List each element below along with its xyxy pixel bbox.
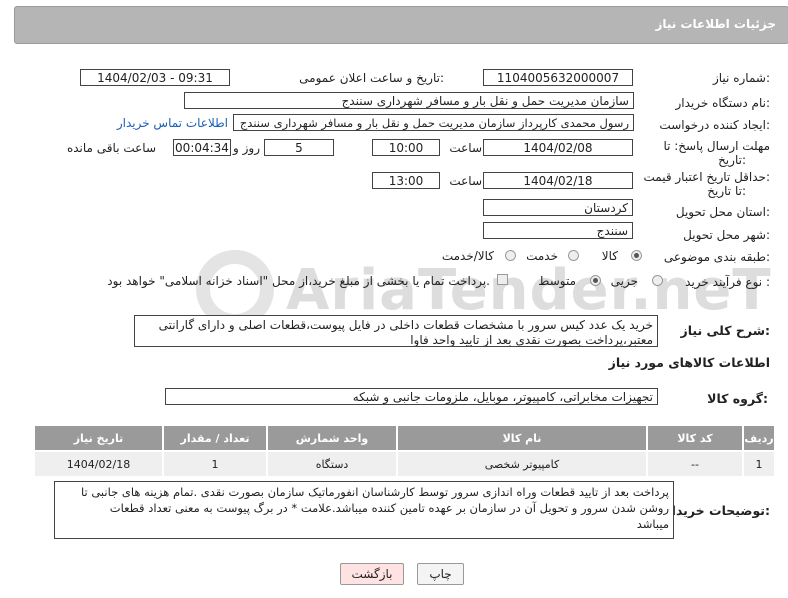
category-label: طبقه بندی موضوعی: xyxy=(663,250,770,264)
col-goods-code: کد کالا xyxy=(646,424,744,452)
category-radio-goods[interactable] xyxy=(631,250,642,261)
goods-section-title: اطلاعات کالاهای مورد نیاز xyxy=(608,355,770,370)
table-row: 1 -- کامپیوتر شخصی دستگاه 1 1404/02/18 xyxy=(33,450,776,478)
need-number-label: شماره نیاز: xyxy=(712,71,770,85)
description-textarea[interactable]: خرید یک عدد کیس سرور با مشخصات قطعات داخ… xyxy=(134,315,658,347)
category-option-goods-service: کالا/خدمت xyxy=(441,249,494,263)
deadline-time-label: ساعت xyxy=(449,141,482,155)
category-option-service: خدمت xyxy=(526,249,558,263)
process-option-minor: جزیی xyxy=(610,274,638,288)
details-panel-header: جزئیات اطلاعات نیاز xyxy=(14,6,788,44)
cell-need-date: 1404/02/18 xyxy=(33,450,164,478)
buyer-notes-line-3: میباشد xyxy=(636,517,669,531)
city-label: شهر محل تحویل: xyxy=(683,228,770,242)
deadline-label: مهلت ارسال پاسخ: تا xyxy=(663,139,770,153)
treasury-payment-note: پرداخت تمام یا بخشی از مبلغ خرید،از محل … xyxy=(107,274,490,288)
cell-quantity: 1 xyxy=(162,450,268,478)
buyer-notes-line-1: پرداخت بعد از تایید قطعات وراه اندازی سر… xyxy=(80,485,669,499)
days-remaining-field: 5 xyxy=(264,139,334,156)
announce-datetime-field: 1404/02/03 - 09:31 xyxy=(80,69,230,86)
goods-table-header: ردیف کد کالا نام کالا واحد شمارش تعداد /… xyxy=(33,424,776,452)
days-label: روز و xyxy=(233,141,260,155)
cell-row-number: 1 xyxy=(742,450,776,478)
validity-date-field: 1404/02/18 xyxy=(483,172,633,189)
process-label: نوع فرآیند خرید : xyxy=(685,275,770,289)
category-radio-goods-service[interactable] xyxy=(505,250,516,261)
category-option-goods: کالا xyxy=(601,249,618,263)
cell-goods-name: کامپیوتر شخصی xyxy=(396,450,648,478)
panel-title: جزئیات اطلاعات نیاز xyxy=(655,17,776,31)
watermark-text: AriaTender.neT xyxy=(286,258,772,323)
process-radio-minor[interactable] xyxy=(652,275,663,286)
print-button[interactable]: چاپ xyxy=(417,563,464,585)
goods-group-label: گروه کالا: xyxy=(707,391,768,406)
validity-label-date: تا تاریخ: xyxy=(707,184,746,198)
validity-time-label: ساعت xyxy=(449,174,482,188)
need-number-field: 1104005632000007 xyxy=(483,69,633,86)
province-label: استان محل تحویل: xyxy=(675,205,770,219)
remaining-time-field: 00:04:34 xyxy=(173,139,231,156)
deadline-date-field: 1404/02/08 xyxy=(483,139,633,156)
cell-unit: دستگاه xyxy=(266,450,398,478)
buyer-org-label: نام دستگاه خریدار: xyxy=(675,96,771,110)
buyer-notes-textarea[interactable]: پرداخت بعد از تایید قطعات وراه اندازی سر… xyxy=(54,481,674,539)
col-quantity: تعداد / مقدار xyxy=(162,424,268,452)
remaining-time-label: ساعت باقی مانده xyxy=(66,141,156,155)
category-radio-service[interactable] xyxy=(568,250,579,261)
buyer-contact-link[interactable]: اطلاعات تماس خریدار xyxy=(117,116,228,130)
cell-goods-code: -- xyxy=(646,450,744,478)
goods-table: ردیف کد کالا نام کالا واحد شمارش تعداد /… xyxy=(33,424,776,478)
description-line-1: خرید یک عدد کیس سرور با مشخصات قطعات داخ… xyxy=(158,318,653,332)
treasury-payment-checkbox[interactable] xyxy=(497,274,508,285)
province-field: کردستان xyxy=(483,199,633,216)
buyer-org-field: سازمان مدیریت حمل و نقل بار و مسافر شهرد… xyxy=(184,92,634,109)
col-goods-name: نام کالا xyxy=(396,424,648,452)
buyer-notes-label: توضیحات خریدار: xyxy=(664,503,770,518)
description-label: شرح کلی نیاز: xyxy=(680,323,771,338)
back-button[interactable]: بازگشت xyxy=(340,563,404,585)
process-option-medium: متوسط xyxy=(538,274,576,288)
goods-group-field: تجهیزات مخابراتی، کامپیوتر، موبایل، ملزو… xyxy=(165,388,658,405)
buyer-notes-line-2: روشن شدن سرور و تحویل آن در سازمان بر عه… xyxy=(109,501,669,515)
description-line-2: معتبر،پرداخت بصورت نقدی بعد از تایید واح… xyxy=(410,333,653,347)
col-unit: واحد شمارش xyxy=(266,424,398,452)
city-field: سنندج xyxy=(483,222,633,239)
col-need-date: تاریخ نیاز xyxy=(33,424,164,452)
deadline-time-field: 10:00 xyxy=(372,139,440,156)
process-radio-medium[interactable] xyxy=(590,275,601,286)
deadline-label-date: تاریخ: xyxy=(718,153,746,167)
validity-label: حداقل تاریخ اعتبار قیمت: xyxy=(643,170,770,184)
validity-time-field: 13:00 xyxy=(372,172,440,189)
announce-label: تاریخ و ساعت اعلان عمومی: xyxy=(299,71,444,85)
col-row-number: ردیف xyxy=(742,424,776,452)
requester-label: ایجاد کننده درخواست: xyxy=(659,118,770,132)
requester-field: رسول محمدی کارپرداز سازمان مدیریت حمل و … xyxy=(233,114,634,131)
